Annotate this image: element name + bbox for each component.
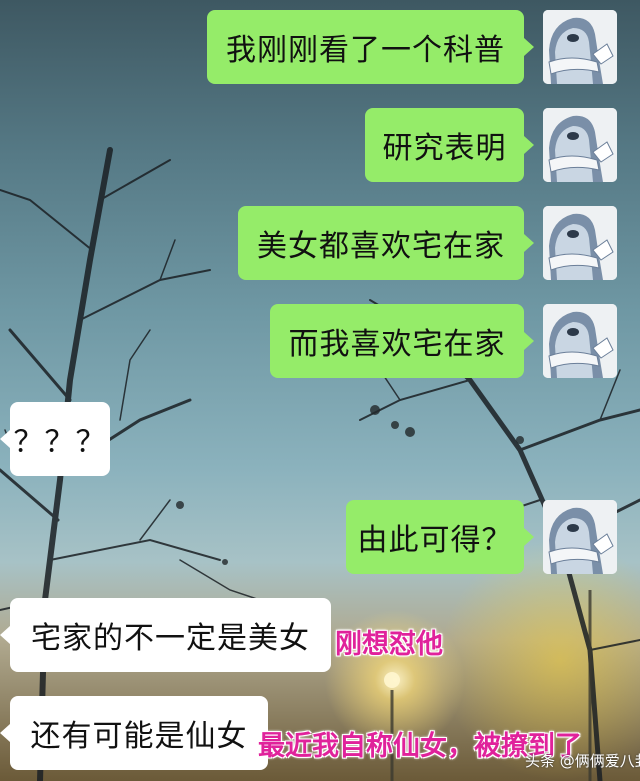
- bubble-tail: [524, 332, 534, 350]
- message-bubble-3[interactable]: 美女都喜欢宅在家: [238, 206, 524, 280]
- avatar[interactable]: [543, 206, 617, 280]
- avatar[interactable]: [543, 108, 617, 182]
- message-bubble-7[interactable]: 宅家的不一定是美女: [10, 598, 331, 672]
- bubble-tail: [0, 724, 10, 742]
- message-bubble-2[interactable]: 研究表明: [365, 108, 524, 182]
- bubble-tail: [524, 528, 534, 546]
- penguin-mascot-icon: [543, 304, 617, 378]
- annotation-1: 刚想怼他: [335, 629, 443, 660]
- penguin-mascot-icon: [543, 206, 617, 280]
- message-bubble-5[interactable]: ？？？: [10, 402, 110, 476]
- bubble-tail: [524, 38, 534, 56]
- penguin-mascot-icon: [543, 10, 617, 84]
- penguin-mascot-icon: [543, 108, 617, 182]
- avatar[interactable]: [543, 500, 617, 574]
- message-bubble-4[interactable]: 而我喜欢宅在家: [270, 304, 524, 378]
- avatar[interactable]: [543, 304, 617, 378]
- bubble-tail: [524, 234, 534, 252]
- message-bubble-1[interactable]: 我刚刚看了一个科普: [207, 10, 524, 84]
- bubble-tail: [0, 430, 10, 448]
- bubble-tail: [524, 136, 534, 154]
- watermark: 头条 @俩俩爱八卦: [525, 752, 640, 770]
- message-bubble-6[interactable]: 由此可得？: [346, 500, 524, 574]
- bubble-tail: [0, 626, 10, 644]
- penguin-mascot-icon: [543, 500, 617, 574]
- message-bubble-8[interactable]: 还有可能是仙女: [10, 696, 268, 770]
- avatar[interactable]: [543, 10, 617, 84]
